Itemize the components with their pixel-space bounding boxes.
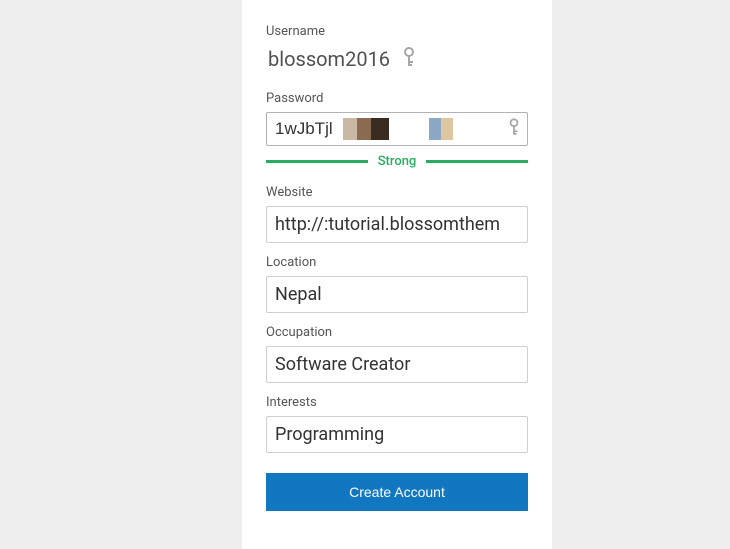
website-value: http://:tutorial.blossomthem xyxy=(275,214,519,235)
password-strength-bar-right xyxy=(426,160,528,163)
username-value: blossom2016 xyxy=(266,45,396,79)
password-strength-bar-left xyxy=(266,160,368,163)
website-label: Website xyxy=(266,185,528,200)
registration-form-card: Username blossom2016 Password xyxy=(242,0,552,549)
interests-label: Interests xyxy=(266,395,528,410)
occupation-label: Occupation xyxy=(266,325,528,340)
key-icon xyxy=(508,118,520,140)
create-account-button[interactable]: Create Account xyxy=(266,473,528,511)
password-label: Password xyxy=(266,91,528,106)
key-icon xyxy=(402,47,416,71)
location-input[interactable]: Nepal xyxy=(266,276,528,313)
username-field-group: Username blossom2016 xyxy=(266,24,528,79)
location-field-group: Location Nepal xyxy=(266,255,528,313)
website-field-group: Website http://:tutorial.blossomthem xyxy=(266,185,528,243)
interests-input[interactable]: Programming xyxy=(266,416,528,453)
occupation-field-group: Occupation Software Creator xyxy=(266,325,528,383)
username-label: Username xyxy=(266,24,528,39)
occupation-value: Software Creator xyxy=(275,354,519,375)
interests-field-group: Interests Programming xyxy=(266,395,528,453)
occupation-input[interactable]: Software Creator xyxy=(266,346,528,383)
password-field-group: Password Strong xyxy=(266,91,528,169)
location-value: Nepal xyxy=(275,284,519,305)
location-label: Location xyxy=(266,255,528,270)
username-display: blossom2016 xyxy=(266,45,528,79)
interests-value: Programming xyxy=(275,424,519,445)
password-strength-label: Strong xyxy=(378,154,417,169)
password-input-wrap xyxy=(266,112,528,146)
password-strength-row: Strong xyxy=(266,154,528,169)
website-input[interactable]: http://:tutorial.blossomthem xyxy=(266,206,528,243)
password-obscured-region xyxy=(343,118,453,140)
